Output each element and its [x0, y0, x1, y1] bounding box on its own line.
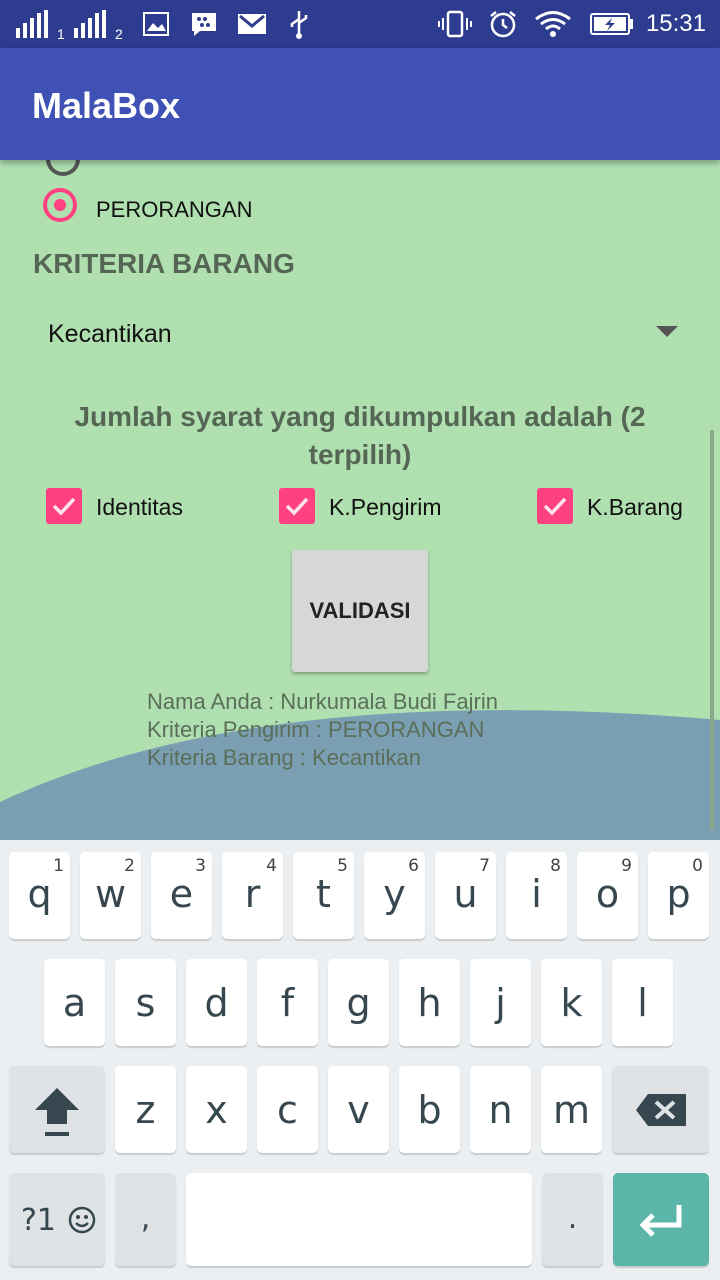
shift-key[interactable] [9, 1066, 105, 1153]
key-label: s [135, 981, 156, 1025]
key-x[interactable]: x [186, 1066, 247, 1153]
signal-icon [16, 10, 50, 38]
key-label: n [488, 1088, 513, 1132]
key-b[interactable]: b [399, 1066, 460, 1153]
key-n[interactable]: n [470, 1066, 531, 1153]
battery-icon [590, 10, 634, 38]
key-y[interactable]: 6y [364, 852, 425, 939]
enter-key[interactable] [613, 1173, 709, 1266]
usb-icon [288, 10, 310, 39]
key-q[interactable]: 1q [9, 852, 70, 939]
period-key[interactable]: . [542, 1173, 603, 1266]
gmail-icon [237, 10, 267, 38]
scrollbar[interactable] [710, 430, 714, 830]
app-title: MalaBox [32, 85, 181, 126]
key-label: d [204, 981, 229, 1025]
key-l[interactable]: l [612, 959, 673, 1046]
key-h[interactable]: h [399, 959, 460, 1046]
key-label: j [495, 981, 506, 1025]
key-label: g [346, 981, 371, 1025]
key-c[interactable]: c [257, 1066, 318, 1153]
key-label: p [666, 872, 691, 916]
key-label: z [135, 1088, 156, 1132]
key-label: k [560, 981, 583, 1025]
key-p[interactable]: 0p [648, 852, 709, 939]
signal-icon [74, 10, 108, 38]
key-label: h [417, 981, 442, 1025]
key-r[interactable]: 4r [222, 852, 283, 939]
soft-keyboard: 1q 2w 3e 4r 5t 6y 7u 8i 9o 0p a s d f g … [0, 840, 720, 1280]
shift-icon [35, 1088, 79, 1136]
key-label: w [94, 872, 127, 916]
key-label: m [552, 1088, 591, 1132]
key-u[interactable]: 7u [435, 852, 496, 939]
key-label: q [27, 872, 52, 916]
key-t[interactable]: 5t [293, 852, 354, 939]
key-f[interactable]: f [257, 959, 318, 1046]
key-label: x [205, 1088, 228, 1132]
key-s[interactable]: s [115, 959, 176, 1046]
wifi-icon [534, 10, 572, 38]
bbm-icon [190, 10, 218, 38]
key-a[interactable]: a [44, 959, 105, 1046]
key-k[interactable]: k [541, 959, 602, 1046]
enter-icon [639, 1205, 682, 1237]
emoji-icon [68, 1206, 96, 1234]
key-label: . [567, 1201, 578, 1236]
key-o[interactable]: 9o [577, 852, 638, 939]
key-j[interactable]: j [470, 959, 531, 1046]
key-label: v [347, 1088, 370, 1132]
key-label: y [383, 872, 406, 916]
sim1-label: 1 [57, 26, 65, 42]
clock: 15:31 [645, 10, 706, 37]
key-label: r [244, 872, 261, 916]
key-label: i [531, 872, 542, 916]
backspace-icon [636, 1094, 686, 1126]
result-nama: Nama Anda : Nurkumala Budi Fajrin [147, 689, 498, 714]
space-key[interactable] [186, 1173, 532, 1266]
backspace-key[interactable] [612, 1066, 709, 1153]
key-label: e [169, 872, 194, 916]
app-bar: MalaBox [0, 48, 720, 160]
result-kriteria-barang: Kriteria Barang : Kecantikan [147, 745, 421, 770]
form-content: PERORANGAN KRITERIA BARANG Kecantikan Ju… [0, 160, 720, 840]
key-label: l [637, 981, 648, 1025]
key-label: t [316, 872, 331, 916]
key-v[interactable]: v [328, 1066, 389, 1153]
image-icon [143, 10, 169, 38]
key-label: a [62, 981, 87, 1025]
key-e[interactable]: 3e [151, 852, 212, 939]
key-label: b [417, 1088, 442, 1132]
result-kriteria-pengirim: Kriteria Pengirim : PERORANGAN [147, 717, 485, 742]
key-m[interactable]: m [541, 1066, 602, 1153]
key-label: , [140, 1201, 151, 1236]
key-label: c [277, 1088, 298, 1132]
key-g[interactable]: g [328, 959, 389, 1046]
symbols-label: ?1 [21, 1203, 57, 1238]
comma-key[interactable]: , [115, 1173, 176, 1266]
key-d[interactable]: d [186, 959, 247, 1046]
sim2-label: 2 [115, 26, 123, 42]
symbols-key[interactable]: ?1 [9, 1173, 105, 1266]
status-bar: 1 2 15:31 [0, 0, 720, 48]
key-i[interactable]: 8i [506, 852, 567, 939]
key-z[interactable]: z [115, 1066, 176, 1153]
key-label: f [280, 981, 295, 1025]
key-w[interactable]: 2w [80, 852, 141, 939]
key-label: o [595, 872, 620, 916]
vibrate-icon [438, 10, 472, 38]
alarm-icon [488, 10, 518, 38]
key-label: u [453, 872, 478, 916]
